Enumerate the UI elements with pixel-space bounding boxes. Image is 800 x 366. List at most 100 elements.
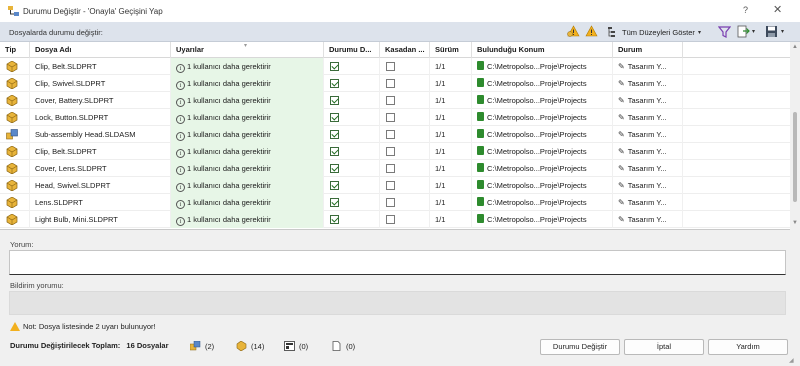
table-row[interactable]: Lens.SLDPRT i 1 kullanıcı daha gerektirir 1… xyxy=(0,194,790,211)
file-name-cell[interactable]: Cover, Lens.SLDPRT xyxy=(30,160,171,177)
table-row[interactable]: Lock, Button.SLDPRT i 1 kullanıcı daha ger… xyxy=(0,109,790,126)
warning-cell[interactable]: i1 kullanıcı daha gerektirir xyxy=(171,58,324,75)
cancel-button[interactable]: İptal xyxy=(624,339,704,355)
from-vault-checkbox[interactable] xyxy=(386,130,395,139)
from-vault-checkbox[interactable] xyxy=(386,113,395,122)
file-name-cell[interactable]: Head, Swivel.SLDPRT xyxy=(30,177,171,194)
change-state-checkbox[interactable] xyxy=(330,181,339,190)
warning-cell[interactable]: i1 kullanıcı daha gerektirir xyxy=(171,92,324,109)
state-cell: ✎ Tasarım Y... xyxy=(613,160,683,177)
state-text: Tasarım Y... xyxy=(627,96,667,105)
table-row[interactable]: Sub-assembly Head.SLDASM i 1 kullanıcı dah… xyxy=(0,126,790,143)
table-row[interactable]: Cover, Lens.SLDPRT i 1 kullanıcı daha gere… xyxy=(0,160,790,177)
change-state-checkbox[interactable] xyxy=(330,198,339,207)
part-icon xyxy=(6,146,18,157)
table-row[interactable]: Clip, Swivel.SLDPRT i 1 kullanıcı daha ger… xyxy=(0,75,790,92)
change-state-checkbox[interactable] xyxy=(330,215,339,224)
close-icon[interactable]: ✕ xyxy=(773,3,782,16)
file-name-cell[interactable]: Cover, Battery.SLDPRT xyxy=(30,92,171,109)
from-vault-checkbox[interactable] xyxy=(386,96,395,105)
table-row[interactable]: Clip, Belt.SLDPRT i 1 kullanıcı daha gerek… xyxy=(0,58,790,75)
file-name-cell[interactable]: Lock, Button.SLDPRT xyxy=(30,109,171,126)
workflow-state-icon: ✎ xyxy=(618,113,625,122)
save-chevron-icon[interactable]: ▾ xyxy=(781,28,784,35)
save-icon[interactable] xyxy=(765,25,778,38)
col-location[interactable]: Bulunduğu Konum xyxy=(472,42,613,58)
change-state-checkbox[interactable] xyxy=(330,96,339,105)
help-button[interactable]: Yardım xyxy=(708,339,788,355)
state-text: Tasarım Y... xyxy=(627,181,667,190)
warning-cell[interactable]: i1 kullanıcı daha gerektirir xyxy=(171,143,324,160)
scroll-thumb[interactable] xyxy=(793,112,797,202)
from-vault-checkbox[interactable] xyxy=(386,198,395,207)
warning-text: 1 kullanıcı daha gerektirir xyxy=(187,130,271,139)
warning-cell[interactable]: i1 kullanıcı daha gerektirir xyxy=(171,109,324,126)
info-icon: i xyxy=(176,183,185,192)
change-state-cell xyxy=(324,177,380,194)
change-state-cell xyxy=(324,160,380,177)
scroll-down-icon[interactable]: ▼ xyxy=(792,220,798,226)
table-row[interactable]: Head, Swivel.SLDPRT i 1 kullanıcı daha ger… xyxy=(0,177,790,194)
col-type[interactable]: Tip xyxy=(0,42,30,58)
table-row[interactable]: Cover, Battery.SLDPRT i 1 kullanıcı daha g… xyxy=(0,92,790,109)
warning-filter-icon[interactable] xyxy=(567,25,580,38)
file-name-cell[interactable]: Clip, Belt.SLDPRT xyxy=(30,58,171,75)
change-state-checkbox[interactable] xyxy=(330,130,339,139)
col-state[interactable]: Durum xyxy=(613,42,683,58)
warning-cell[interactable]: i1 kullanıcı daha gerektirir xyxy=(171,194,324,211)
warning-cell[interactable]: i1 kullanıcı daha gerektirir xyxy=(171,75,324,92)
col-version[interactable]: Sürüm xyxy=(430,42,472,58)
export-icon[interactable] xyxy=(737,25,750,38)
col-file-name[interactable]: Dosya Adı xyxy=(30,42,171,58)
file-name-cell[interactable]: Clip, Swivel.SLDPRT xyxy=(30,75,171,92)
file-name-cell[interactable]: Lens.SLDPRT xyxy=(30,194,171,211)
workflow-state-icon: ✎ xyxy=(618,215,625,224)
location-text: C:\Metropolso...Proje\Projects xyxy=(487,62,587,71)
from-vault-checkbox[interactable] xyxy=(386,181,395,190)
part-icon xyxy=(6,163,18,174)
error-filter-icon[interactable] xyxy=(585,25,598,38)
warning-cell[interactable]: i1 kullanıcı daha gerektirir xyxy=(171,177,324,194)
from-vault-checkbox[interactable] xyxy=(386,164,395,173)
folder-icon xyxy=(477,146,484,155)
from-vault-checkbox[interactable] xyxy=(386,79,395,88)
change-state-button[interactable]: Durumu Değiştir xyxy=(540,339,620,355)
change-state-checkbox[interactable] xyxy=(330,164,339,173)
file-name-cell[interactable]: Light Bulb, Mini.SLDPRT xyxy=(30,211,171,228)
location-cell: C:\Metropolso...Proje\Projects xyxy=(472,177,613,194)
show-all-levels-dropdown[interactable]: Tüm Düzeyleri Göster ▾ xyxy=(608,27,701,37)
export-chevron-icon[interactable]: ▾ xyxy=(752,28,755,35)
table-row[interactable]: Clip, Belt.SLDPRT i 1 kullanıcı daha gerek… xyxy=(0,143,790,160)
notification-comment-input[interactable] xyxy=(9,291,786,315)
warning-cell[interactable]: i1 kullanıcı daha gerektirir xyxy=(171,160,324,177)
location-cell: C:\Metropolso...Proje\Projects xyxy=(472,160,613,177)
comment-input[interactable] xyxy=(9,250,786,275)
help-icon[interactable]: ? xyxy=(743,5,748,15)
col-warnings[interactable]: Uyarılar xyxy=(171,42,324,58)
file-name-cell[interactable]: Sub-assembly Head.SLDASM xyxy=(30,126,171,143)
col-from-vault[interactable]: Kasadan ... xyxy=(380,42,430,58)
scroll-up-icon[interactable]: ▲ xyxy=(792,44,798,50)
table-row[interactable]: Light Bulb, Mini.SLDPRT i 1 kullanıcı daha… xyxy=(0,211,790,228)
type-cell xyxy=(0,75,30,92)
resize-grip-icon[interactable]: ◢ xyxy=(789,357,794,364)
from-vault-checkbox[interactable] xyxy=(386,62,395,71)
change-state-checkbox[interactable] xyxy=(330,62,339,71)
change-state-checkbox[interactable] xyxy=(330,113,339,122)
change-state-checkbox[interactable] xyxy=(330,147,339,156)
filter-icon[interactable] xyxy=(718,25,731,38)
warning-cell[interactable]: i1 kullanıcı daha gerektirir xyxy=(171,126,324,143)
vertical-scrollbar[interactable]: ▲ ▼ xyxy=(790,42,800,230)
change-state-checkbox[interactable] xyxy=(330,79,339,88)
state-cell: ✎ Tasarım Y... xyxy=(613,58,683,75)
col-change-state[interactable]: Durumu D... xyxy=(324,42,380,58)
info-icon: i xyxy=(176,64,185,73)
workflow-icon xyxy=(8,6,19,16)
from-vault-checkbox[interactable] xyxy=(386,215,395,224)
state-cell: ✎ Tasarım Y... xyxy=(613,126,683,143)
warning-cell[interactable]: i1 kullanıcı daha gerektirir xyxy=(171,211,324,228)
from-vault-cell xyxy=(380,143,430,160)
from-vault-checkbox[interactable] xyxy=(386,147,395,156)
file-name-cell[interactable]: Clip, Belt.SLDPRT xyxy=(30,143,171,160)
sort-indicator-icon: ▾ xyxy=(244,43,248,49)
